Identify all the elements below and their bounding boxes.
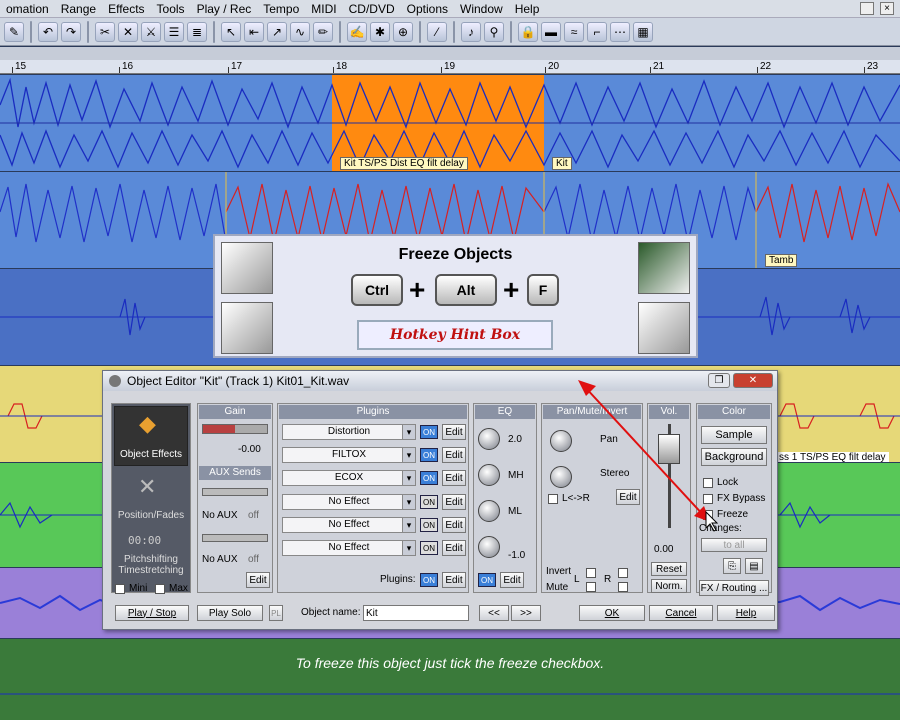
annotation-arrow [578, 380, 719, 532]
tutorial-subtitle: To freeze this object just tick the free… [295, 655, 605, 671]
